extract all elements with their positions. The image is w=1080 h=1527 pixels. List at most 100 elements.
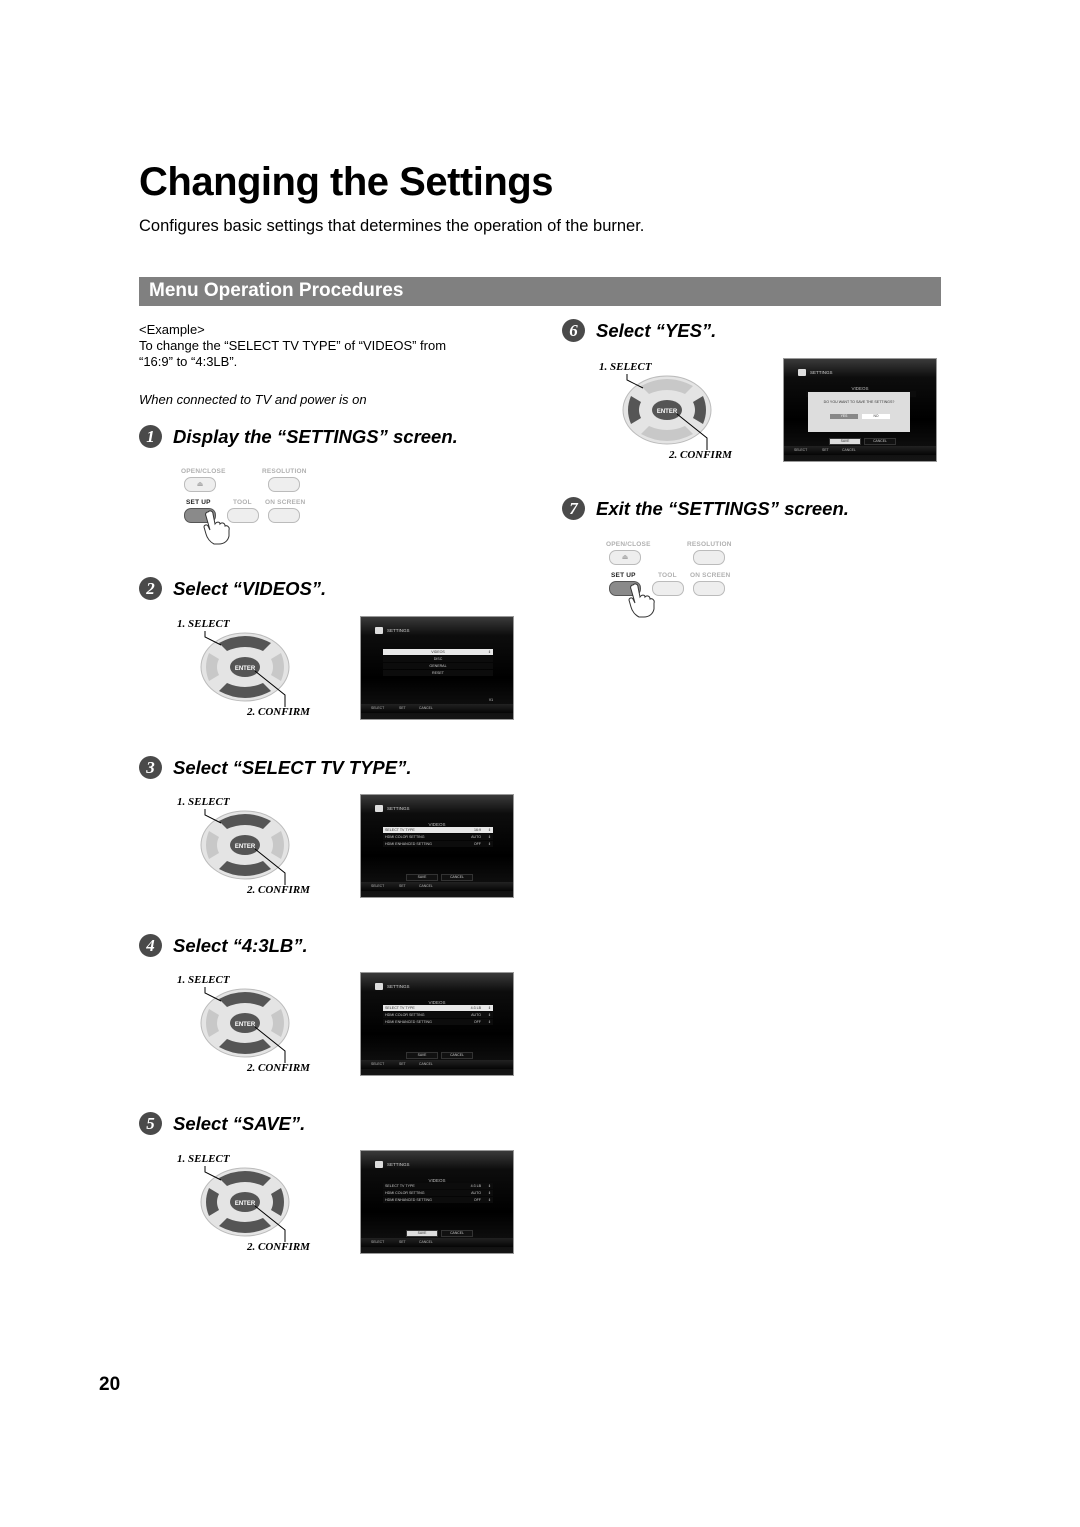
step-4-heading: 4 Select “4:3LB”.: [139, 934, 308, 957]
tv-footer: SELECT SET CANCEL: [361, 1060, 513, 1069]
row-hdmi-color[interactable]: HDMI COLOR SETTING AUTO ⇕: [383, 1190, 493, 1196]
version-label: V1: [488, 698, 493, 702]
on-screen-label: ON SCREEN: [265, 499, 306, 506]
svg-text:ENTER: ENTER: [235, 666, 256, 672]
select-caption: 1. SELECT: [177, 618, 230, 630]
dpad-graphic: ENTER: [200, 631, 290, 707]
tv-footer: SELECT SET CANCEL: [361, 704, 513, 713]
set-up-label: SET UP: [611, 572, 636, 579]
dpad-graphic: ENTER: [622, 374, 712, 450]
settings-logo-icon: [375, 983, 383, 990]
step-3-dpad: ENTER 1. SELECT 2. CONFIRM: [175, 793, 335, 898]
step-title: Select “4:3LB”.: [173, 934, 308, 956]
select-caption: 1. SELECT: [177, 1153, 230, 1165]
svg-text:ENTER: ENTER: [235, 844, 256, 850]
settings-logo-icon: [375, 805, 383, 812]
dialog-question: DO YOU WANT TO SAVE THE SETTINGS?: [823, 400, 895, 404]
menu-item-general[interactable]: GENERAL: [383, 663, 493, 669]
step-6-heading: 6 Select “YES”.: [562, 319, 716, 342]
step-4-dpad: ENTER 1. SELECT 2. CONFIRM: [175, 971, 335, 1076]
example-label: <Example>: [139, 322, 205, 337]
row-hdmi-color[interactable]: HDMI COLOR SETTING AUTO ⇕: [383, 1012, 493, 1018]
condition-note: When connected to TV and power is on: [139, 392, 367, 407]
page-title: Changing the Settings: [139, 160, 553, 204]
step-number-badge: 5: [139, 1112, 162, 1135]
cancel-button[interactable]: CANCEL: [441, 1230, 473, 1237]
resolution-button[interactable]: [693, 550, 725, 565]
select-caption: 1. SELECT: [599, 361, 652, 373]
svg-text:ENTER: ENTER: [235, 1201, 256, 1207]
step-6-tv-screen: SETTINGS VIDEOS SELECT TV TYPE4:3 LB DO …: [783, 358, 937, 462]
save-confirm-dialog: DO YOU WANT TO SAVE THE SETTINGS? YES NO: [808, 392, 910, 432]
step-2-tv-screen: SETTINGS VIDEOS ⇕ DISC GENERAL RESET V1 S…: [360, 616, 514, 720]
step-7-heading: 7 Exit the “SETTINGS” screen.: [562, 497, 849, 520]
step-number-badge: 3: [139, 756, 162, 779]
dpad-graphic: ENTER: [200, 809, 290, 885]
menu-item-videos[interactable]: VIDEOS ⇕: [383, 649, 493, 655]
confirm-caption: 2. CONFIRM: [669, 449, 732, 461]
tv-footer: SELECT SET CANCEL: [361, 882, 513, 891]
on-screen-button[interactable]: [693, 581, 725, 596]
step-3-heading: 3 Select “SELECT TV TYPE”.: [139, 756, 412, 779]
row-select-tv-type[interactable]: SELECT TV TYPE 16:9 ⇕: [383, 827, 493, 833]
menu-item-reset[interactable]: RESET: [383, 670, 493, 676]
step-number-badge: 7: [562, 497, 585, 520]
step-5-dpad: ENTER 1. SELECT 2. CONFIRM: [175, 1150, 335, 1255]
save-button[interactable]: SAVE: [406, 1230, 438, 1237]
step-1-heading: 1 Display the “SETTINGS” screen.: [139, 425, 458, 448]
step-title: Select “SAVE”.: [173, 1112, 306, 1134]
resolution-label: RESOLUTION: [687, 541, 732, 548]
tv-header: SETTINGS: [375, 983, 410, 990]
settings-logo-icon: [375, 1161, 383, 1168]
cancel-button[interactable]: CANCEL: [441, 874, 473, 881]
step-number-badge: 1: [139, 425, 162, 448]
cancel-button[interactable]: CANCEL: [441, 1052, 473, 1059]
open-close-button[interactable]: ⏏: [609, 550, 641, 565]
save-button[interactable]: SAVE: [406, 1052, 438, 1059]
menu-item-disc[interactable]: DISC: [383, 656, 493, 662]
section-title: Menu Operation Procedures: [149, 280, 404, 301]
step-3-tv-screen: SETTINGS VIDEOS SELECT TV TYPE 16:9 ⇕ HDMI…: [360, 794, 514, 898]
step-number-badge: 6: [562, 319, 585, 342]
select-caption: 1. SELECT: [177, 796, 230, 808]
cancel-button[interactable]: CANCEL: [864, 438, 896, 445]
set-up-label: SET UP: [186, 499, 211, 506]
step-title: Select “SELECT TV TYPE”.: [173, 756, 412, 778]
step-6-dpad: ENTER 1. SELECT 2. CONFIRM: [597, 358, 757, 463]
remote-button-panel: OPEN/CLOSE RESOLUTION ⏏ SET UP TOOL ON S…: [180, 466, 330, 545]
confirm-caption: 2. CONFIRM: [247, 884, 310, 896]
on-screen-button[interactable]: [268, 508, 300, 523]
open-close-button[interactable]: ⏏: [184, 477, 216, 492]
step-title: Exit the “SETTINGS” screen.: [596, 497, 849, 519]
eject-icon: ⏏: [621, 554, 629, 561]
row-select-tv-type[interactable]: SELECT TV TYPE 4:3 LB ⇕: [383, 1183, 493, 1189]
select-caption: 1. SELECT: [177, 974, 230, 986]
open-close-label: OPEN/CLOSE: [606, 541, 651, 548]
row-hdmi-color[interactable]: HDMI COLOR SETTING AUTO ⇕: [383, 834, 493, 840]
confirm-caption: 2. CONFIRM: [247, 1241, 310, 1253]
step-2-heading: 2 Select “VIDEOS”.: [139, 577, 326, 600]
dpad-graphic: ENTER: [200, 1166, 290, 1242]
save-button[interactable]: SAVE: [406, 874, 438, 881]
row-hdmi-enhanced[interactable]: HDMI ENHANCED SETTING OFF ⇕: [383, 841, 493, 847]
svg-text:ENTER: ENTER: [235, 1022, 256, 1028]
step-5-tv-screen: SETTINGS VIDEOS SELECT TV TYPE 4:3 LB ⇕ HD…: [360, 1150, 514, 1254]
tool-label: TOOL: [658, 572, 677, 579]
step-title: Select “YES”.: [596, 319, 717, 341]
step-title: Select “VIDEOS”.: [173, 577, 327, 599]
settings-logo-icon: [375, 627, 383, 634]
tv-footer: SELECT SET CANCEL: [361, 1238, 513, 1247]
row-select-tv-type[interactable]: SELECT TV TYPE 4:3 LB ⇕: [383, 1005, 493, 1011]
row-hdmi-enhanced[interactable]: HDMI ENHANCED SETTING OFF ⇕: [383, 1197, 493, 1203]
yes-button[interactable]: YES: [830, 414, 858, 419]
page-subtitle: Configures basic settings that determine…: [139, 217, 645, 235]
row-hdmi-enhanced[interactable]: HDMI ENHANCED SETTING OFF ⇕: [383, 1019, 493, 1025]
no-button[interactable]: NO: [862, 414, 890, 419]
resolution-button[interactable]: [268, 477, 300, 492]
eject-icon: ⏏: [196, 481, 204, 488]
save-button[interactable]: SAVE: [829, 438, 861, 445]
open-close-label: OPEN/CLOSE: [181, 468, 226, 475]
tv-header: SETTINGS: [798, 369, 833, 376]
tool-label: TOOL: [233, 499, 252, 506]
section-banner: Menu Operation Procedures: [139, 277, 941, 306]
